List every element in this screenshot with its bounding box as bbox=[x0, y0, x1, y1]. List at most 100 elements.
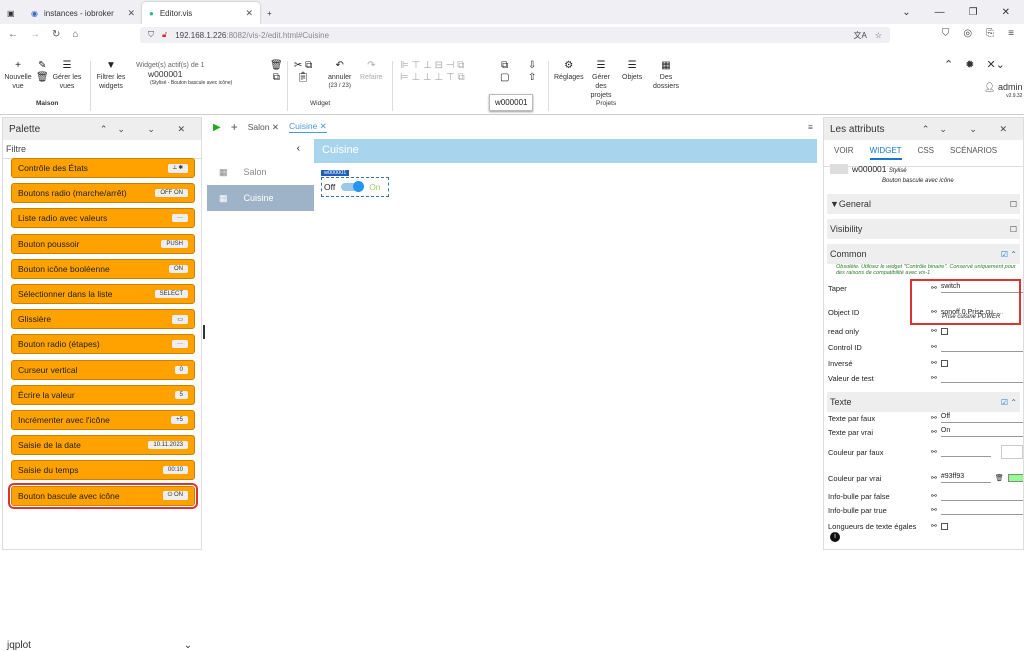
trash-icon[interactable]: 🗑︎ bbox=[36, 73, 49, 85]
palette-item[interactable]: Curseur vertical 0 bbox=[11, 359, 195, 380]
color-false-input[interactable]: ⚯ bbox=[931, 445, 1023, 459]
checkbox[interactable] bbox=[940, 522, 948, 530]
browser-tab-editor[interactable]: ● Editor.vis ✕ bbox=[142, 2, 260, 24]
color-swatch[interactable] bbox=[1000, 445, 1023, 459]
nav-item-cuisine[interactable]: ▦ Cuisine bbox=[207, 185, 314, 211]
import-export-icons[interactable]: ⇩ ⇧ bbox=[528, 61, 536, 85]
test-value-select[interactable]: ⚯ bbox=[931, 373, 1023, 383]
trash-icon[interactable]: 🗑︎ bbox=[995, 474, 1004, 482]
redo-button[interactable]: ↷ Refaire bbox=[360, 61, 383, 82]
close-icon[interactable]: ✕ bbox=[127, 8, 135, 19]
back-icon[interactable]: ← bbox=[8, 29, 18, 40]
color-swatch[interactable] bbox=[1007, 474, 1023, 482]
palette-item[interactable]: Écrire la valeur 5 bbox=[11, 384, 195, 405]
chevron-down-icon[interactable]: ⌄ bbox=[902, 7, 910, 18]
section-general[interactable]: ▼General ☐ bbox=[827, 194, 1020, 214]
tab-widget[interactable]: WIDGET bbox=[869, 146, 902, 160]
tooltip-true-input[interactable]: ⚯ bbox=[931, 505, 1023, 515]
close-window-icon[interactable]: ✕ bbox=[1002, 7, 1010, 18]
palette-item[interactable]: Sélectionner dans la liste SELECT bbox=[11, 284, 195, 304]
translate-icon[interactable]: 文A bbox=[853, 30, 866, 41]
info-icon[interactable]: i bbox=[830, 532, 840, 542]
folders-button[interactable]: ▦ Des dossiers bbox=[652, 61, 680, 91]
filter-input[interactable]: Filtre bbox=[3, 140, 201, 159]
palette-item[interactable]: Saisie du temps 00:10 bbox=[11, 460, 195, 481]
palette-item[interactable]: Incrémenter avec l'icône +5 bbox=[11, 410, 195, 430]
palette-item[interactable]: Glissière ▭ bbox=[11, 309, 195, 330]
chevron-left-icon[interactable]: ‹ bbox=[207, 137, 314, 159]
checkbox[interactable]: ☑ ⌃ bbox=[1001, 398, 1017, 407]
edit-icon[interactable]: ✎ 🗑︎ bbox=[36, 61, 49, 85]
menu-icon[interactable]: ≡ bbox=[1008, 28, 1014, 39]
palette-item[interactable]: Saisie de la date 10.11.2023 bbox=[11, 435, 195, 456]
new-tab-button[interactable]: + bbox=[260, 2, 279, 24]
plus-icon[interactable]: + bbox=[231, 120, 238, 134]
filter-widgets-button[interactable]: ▼ Filtrer les widgets bbox=[94, 61, 128, 91]
forward-icon[interactable]: → bbox=[30, 29, 40, 40]
chevron-up-icon[interactable]: ⌃ bbox=[944, 60, 953, 71]
tab-voir[interactable]: VOIR bbox=[834, 146, 854, 160]
tab-salon[interactable]: Salon ✕ bbox=[248, 122, 279, 133]
resize-handle[interactable] bbox=[203, 325, 205, 339]
close-icon[interactable]: ✕⌄ bbox=[986, 60, 1004, 71]
palette-item[interactable]: Bouton poussoir PUSH bbox=[11, 233, 195, 254]
brightness-icon[interactable]: ✹ bbox=[965, 60, 974, 71]
palette-item[interactable]: Bouton bascule avec icône ⏻ ON bbox=[8, 482, 198, 509]
manage-views-button[interactable]: ☰ Gérer les vues bbox=[52, 61, 82, 91]
tab-scenarios[interactable]: SCÉNARIOS bbox=[950, 146, 997, 160]
cut-copy-icons[interactable]: ✂ ⧉ 📋︎ bbox=[294, 61, 312, 85]
palette-item[interactable]: Bouton radio (étapes) ··· bbox=[11, 334, 195, 355]
checkbox[interactable] bbox=[940, 359, 948, 367]
text-true-input[interactable]: ⚯ On bbox=[931, 427, 1023, 437]
manage-projects-button[interactable]: ☰ Gérer des projets bbox=[586, 61, 616, 100]
url-field[interactable]: ⛉ 🔓︎ 192.168.1.226:8082/vis-2/edit.html#Cu… bbox=[140, 27, 890, 43]
copy-icon[interactable]: ⧉ bbox=[273, 73, 280, 85]
align-icons[interactable]: ⊫ ⊤ ⊥ ⊟ ⊣ ⧉ ⊨ ⊥ ⊥ ⊥ ⊤ ⧉ bbox=[400, 61, 465, 85]
checkbox[interactable] bbox=[940, 327, 948, 335]
code-icons[interactable]: ⧉ ▢ bbox=[500, 61, 509, 85]
play-icon[interactable]: ▶ bbox=[213, 122, 221, 133]
palette-controls[interactable]: ⌃⌄ ⌄ ✕ bbox=[100, 124, 195, 135]
undo-button[interactable]: ↶ annuler (23 / 23) bbox=[328, 61, 351, 91]
widget-delete-icons[interactable]: 🗑︎ ⧉ bbox=[270, 61, 283, 85]
paste-icon[interactable]: 📋︎ bbox=[297, 73, 310, 85]
nav-item-salon[interactable]: ▦ Salon bbox=[207, 159, 314, 185]
menu-icon[interactable]: ≡ bbox=[808, 122, 813, 132]
panel-controls[interactable]: ⌃⌄ ⌄ ✕ bbox=[922, 124, 1017, 135]
section-texte[interactable]: Texte ☑ ⌃ bbox=[827, 392, 1020, 412]
home-icon[interactable]: ⌂ bbox=[72, 29, 78, 40]
control-id-field[interactable]: ⚯ bbox=[931, 342, 1023, 352]
tab-list-button[interactable]: ▣ bbox=[0, 2, 24, 24]
star-icon[interactable]: ☆ bbox=[875, 31, 882, 40]
toggle-switch[interactable] bbox=[341, 181, 365, 192]
palette-item[interactable]: Contrôle des États ⟂ ✱ bbox=[11, 158, 195, 178]
settings-button[interactable]: ⚙ Réglages bbox=[554, 61, 584, 82]
palette-item[interactable]: Boutons radio (marche/arrêt) OFF ON bbox=[11, 183, 195, 204]
account-icon[interactable]: ◎ bbox=[963, 28, 972, 39]
jqplot-group[interactable]: jqplot ⌄ bbox=[7, 640, 192, 651]
tab-css[interactable]: CSS bbox=[918, 146, 934, 160]
tab-cuisine[interactable]: Cuisine ✕ bbox=[288, 121, 327, 133]
new-view-button[interactable]: + Nouvelle vue bbox=[4, 61, 32, 91]
maximize-icon[interactable]: ❐ bbox=[969, 7, 978, 18]
tooltip-false-input[interactable]: ⚯ bbox=[931, 491, 1023, 501]
text-false-input[interactable]: ⚯ Off bbox=[931, 413, 1023, 423]
toggle-widget[interactable]: Off On bbox=[321, 177, 389, 197]
checkbox[interactable]: ☐ bbox=[1010, 225, 1017, 234]
palette-item[interactable]: Liste radio avec valeurs ··· bbox=[11, 208, 195, 229]
close-icon[interactable]: ✕ bbox=[245, 8, 253, 19]
checkbox[interactable]: ☑ ⌃ bbox=[1001, 250, 1017, 259]
checkbox[interactable]: ☐ bbox=[1010, 200, 1017, 209]
minimize-icon[interactable]: — bbox=[935, 7, 945, 18]
palette-item[interactable]: Bouton icône booléenne ON bbox=[11, 258, 195, 279]
pocket-icon[interactable]: ⛉ bbox=[942, 28, 950, 39]
user-menu[interactable]: 👤︎ admin v2.9.32 bbox=[984, 83, 1022, 101]
objects-button[interactable]: ☰ Objets bbox=[622, 61, 642, 82]
extensions-icon[interactable]: ⎘ bbox=[986, 28, 994, 39]
color-true-input[interactable]: ⚯ #93ff93 🗑︎ bbox=[931, 473, 1023, 483]
section-visibility[interactable]: Visibility ☐ bbox=[827, 219, 1020, 239]
section-common[interactable]: Common ☑ ⌃ bbox=[827, 244, 1020, 264]
browser-tab-instances[interactable]: ◉ instances - iobroker ✕ bbox=[24, 2, 142, 24]
reload-icon[interactable]: ↻ bbox=[52, 29, 60, 40]
active-widget-select[interactable]: Widget(s) actif(s) de 1 w000001 (Stylisé -… bbox=[136, 61, 232, 88]
